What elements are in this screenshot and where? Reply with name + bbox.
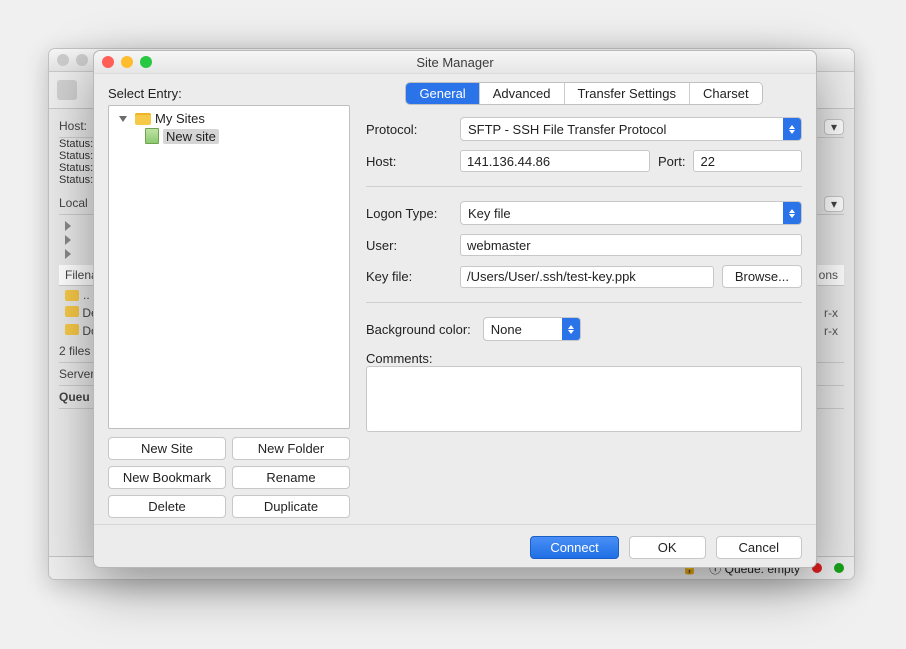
keyfile-label: Key file:	[366, 269, 456, 284]
port-label: Port:	[658, 154, 685, 169]
tab-general[interactable]: General	[406, 83, 479, 104]
user-input[interactable]	[460, 234, 802, 256]
site-manager-dialog: Site Manager Select Entry: My Sites New …	[93, 50, 817, 568]
tab-bar: General Advanced Transfer Settings Chars…	[405, 82, 762, 105]
select-entry-label: Select Entry:	[108, 86, 350, 101]
protocol-select[interactable]: SFTP - SSH File Transfer Protocol	[460, 117, 802, 141]
minimize-icon[interactable]	[121, 56, 133, 68]
updown-icon	[783, 202, 801, 224]
close-icon[interactable]	[102, 56, 114, 68]
toolbar-icon	[57, 80, 77, 100]
server-icon	[145, 128, 159, 144]
browse-button[interactable]: Browse...	[722, 265, 802, 288]
tree-site-new-site[interactable]: New site	[109, 127, 349, 145]
chevron-right-icon	[65, 235, 71, 245]
remote-dropdown-icon: ▾	[824, 196, 844, 212]
user-label: User:	[366, 238, 456, 253]
folder-icon	[135, 113, 151, 125]
logon-type-select[interactable]: Key file	[460, 201, 802, 225]
duplicate-button[interactable]: Duplicate	[232, 495, 350, 518]
chevron-down-icon[interactable]	[119, 116, 127, 122]
dialog-titlebar: Site Manager	[94, 51, 816, 74]
host-label: Host:	[366, 154, 456, 169]
chevron-right-icon	[65, 249, 71, 259]
dialog-title: Site Manager	[416, 55, 493, 70]
tree-site-label: New site	[163, 129, 219, 144]
parent-close-icon	[57, 54, 69, 66]
site-tree[interactable]: My Sites New site	[108, 105, 350, 429]
bgcolor-label: Background color:	[366, 322, 471, 337]
delete-button[interactable]: Delete	[108, 495, 226, 518]
quickconnect-host-label: Host:	[59, 119, 87, 133]
host-input[interactable]	[460, 150, 650, 172]
tree-folder-label: My Sites	[155, 111, 205, 126]
status-dot-green-icon	[834, 563, 844, 573]
chevron-right-icon	[65, 221, 71, 231]
tab-transfer-settings[interactable]: Transfer Settings	[565, 83, 691, 104]
keyfile-input[interactable]	[460, 266, 714, 288]
tab-charset[interactable]: Charset	[690, 83, 762, 104]
connect-button[interactable]: Connect	[530, 536, 618, 559]
protocol-value: SFTP - SSH File Transfer Protocol	[461, 122, 673, 137]
parent-minimize-icon	[76, 54, 88, 66]
logon-type-label: Logon Type:	[366, 206, 456, 221]
tab-advanced[interactable]: Advanced	[480, 83, 565, 104]
rename-button[interactable]: Rename	[232, 466, 350, 489]
zoom-icon[interactable]	[140, 56, 152, 68]
folder-icon	[65, 290, 79, 301]
protocol-label: Protocol:	[366, 122, 456, 137]
folder-icon	[65, 306, 79, 317]
comments-label: Comments:	[366, 351, 802, 366]
logon-type-value: Key file	[461, 206, 518, 221]
new-folder-button[interactable]: New Folder	[232, 437, 350, 460]
folder-icon	[65, 324, 79, 335]
divider	[366, 302, 802, 303]
updown-icon	[562, 318, 580, 340]
new-site-button[interactable]: New Site	[108, 437, 226, 460]
updown-icon	[783, 118, 801, 140]
comments-textarea[interactable]	[366, 366, 802, 432]
permissions-col: ons	[819, 268, 838, 282]
cancel-button[interactable]: Cancel	[716, 536, 802, 559]
dialog-footer: Connect OK Cancel	[94, 524, 816, 569]
new-bookmark-button[interactable]: New Bookmark	[108, 466, 226, 489]
quickconnect-dropdown-icon: ▾	[824, 119, 844, 135]
ok-button[interactable]: OK	[629, 536, 706, 559]
port-input[interactable]	[693, 150, 802, 172]
bgcolor-value: None	[484, 322, 529, 337]
divider	[366, 186, 802, 187]
bgcolor-select[interactable]: None	[483, 317, 581, 341]
tree-folder-my-sites[interactable]: My Sites	[109, 110, 349, 127]
